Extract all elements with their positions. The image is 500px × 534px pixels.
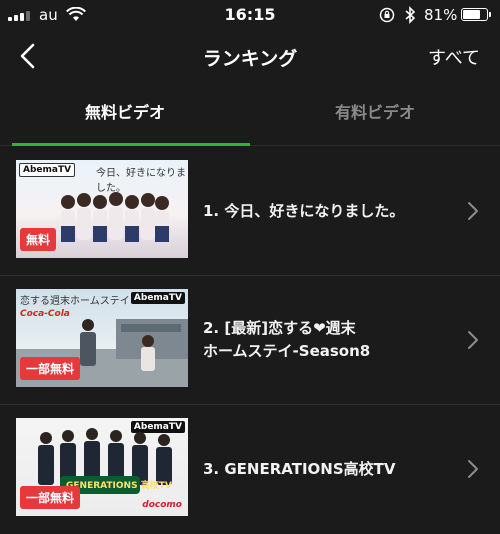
tab-label: 有料ビデオ [334, 103, 415, 122]
partly-free-badge: 一部無料 [20, 486, 81, 509]
status-bar: au 16:15 81% [0, 0, 500, 30]
battery-icon [461, 8, 488, 21]
partly-free-badge: 一部無料 [20, 357, 81, 380]
tab-free-video[interactable]: 無料ビデオ [0, 82, 250, 146]
item-title: 1. 今日、好きになりました。 [203, 201, 405, 220]
free-badge: 無料 [20, 228, 57, 251]
ranking-list: AbemaTV 今日、好きになりました。 無料 1. 今日、好きになりました。 [0, 147, 500, 534]
nav-bar: ランキング すべて [0, 30, 500, 82]
tab-paid-video[interactable]: 有料ビデオ [250, 82, 500, 146]
see-all-button[interactable]: すべて [428, 44, 480, 70]
battery-percent: 81% [424, 6, 458, 24]
tab-bar: 無料ビデオ 有料ビデオ [0, 82, 500, 146]
list-item[interactable]: AbemaTV 今日、好きになりました。 無料 1. 今日、好きになりました。 [0, 147, 500, 276]
thumbnail: AbemaTV GENERATIONS 高校TV docomo 一部無料 [16, 418, 188, 516]
sponsor-logo: docomo [142, 500, 182, 510]
list-item[interactable]: 恋する週末ホームステイ AbemaTV Coca-Cola 一部無料 2. [最… [0, 276, 500, 405]
tab-label: 無料ビデオ [84, 103, 165, 122]
rotation-lock-icon [379, 7, 395, 23]
page-title: ランキング [202, 48, 298, 70]
thumbnail: 恋する週末ホームステイ AbemaTV Coca-Cola 一部無料 [16, 289, 188, 387]
thumbnail: AbemaTV 今日、好きになりました。 無料 [16, 160, 188, 258]
item-title: 2. [最新]恋する❤週末 [203, 319, 356, 337]
chevron-right-icon [468, 202, 478, 220]
chevron-right-icon [468, 331, 478, 349]
item-title-line2: ホームステイ-Season8 [203, 342, 371, 360]
active-tab-indicator [12, 143, 250, 146]
item-title: 3. GENERATIONS高校TV [203, 459, 396, 478]
list-item[interactable]: AbemaTV GENERATIONS 高校TV docomo 一部無料 3. … [0, 405, 500, 534]
chevron-right-icon [468, 460, 478, 478]
bluetooth-icon [405, 6, 416, 24]
thumb-title-text: GENERATIONS 高校TV [66, 481, 172, 491]
